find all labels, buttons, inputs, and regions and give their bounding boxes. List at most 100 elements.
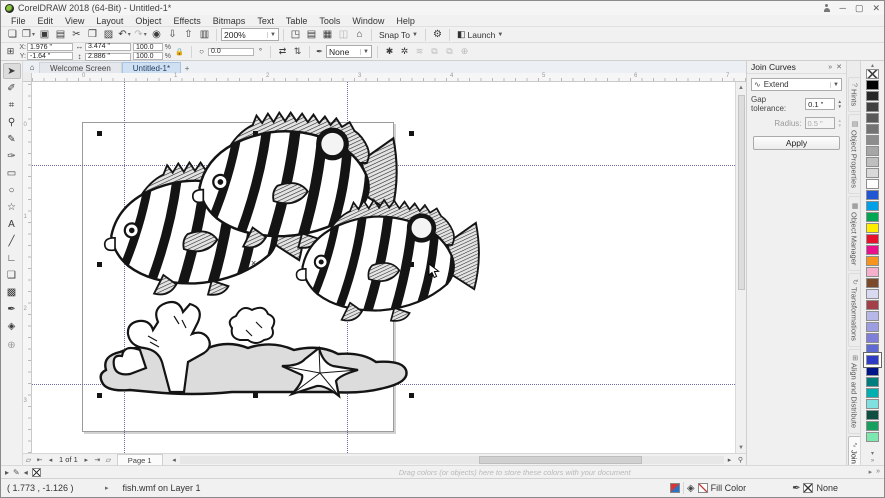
scroll-up-icon[interactable]: ▲	[736, 82, 746, 93]
palette-scroll-up-icon[interactable]: ▴	[871, 61, 874, 69]
crop-tool[interactable]: ⌗	[3, 97, 21, 113]
redo-button[interactable]: ↷	[133, 28, 148, 42]
docker-tab[interactable]: ? Hints	[848, 77, 860, 112]
object-width-input[interactable]: 3.474 "	[85, 43, 131, 51]
add-page-button[interactable]: ▱	[103, 456, 114, 464]
snap-to-button[interactable]: Snap To ▼	[376, 30, 421, 40]
color-swatch[interactable]	[866, 410, 879, 420]
menu-item[interactable]: View	[59, 16, 90, 26]
print-button[interactable]: ▤	[53, 28, 68, 42]
fill-bucket-icon[interactable]: ◈	[687, 483, 695, 494]
undo-button[interactable]: ↶	[117, 28, 132, 42]
selection-handle-top-left[interactable]	[97, 131, 102, 136]
zoom-level-combo[interactable]: 200% ▼	[221, 28, 279, 41]
copy-button[interactable]: ❒	[85, 28, 100, 42]
color-swatch[interactable]	[866, 223, 879, 233]
group-button[interactable]: ⧉	[428, 45, 441, 58]
color-swatch[interactable]	[866, 366, 879, 376]
docker-tab[interactable]: ▦ Object Manager	[848, 196, 860, 271]
color-swatch[interactable]	[866, 344, 879, 354]
color-swatch[interactable]	[866, 157, 879, 167]
docker-tab[interactable]: ↻ Transformations	[848, 273, 860, 347]
search-content-button[interactable]: ◉	[149, 28, 164, 42]
view-guidelines-button[interactable]: ◫	[336, 28, 351, 42]
apply-button[interactable]: Apply	[753, 136, 840, 150]
selection-handle-bottom-right[interactable]	[409, 393, 414, 398]
menu-item[interactable]: Layout	[90, 16, 129, 26]
publish-pdf-button[interactable]: ▥	[197, 28, 212, 42]
tab-welcome-screen[interactable]: Welcome Screen	[39, 62, 122, 73]
zoom-tool[interactable]: ⚲	[3, 114, 21, 130]
color-swatch[interactable]	[866, 311, 879, 321]
color-swatch[interactable]	[866, 278, 879, 288]
color-swatch[interactable]	[866, 289, 879, 299]
color-swatch[interactable]	[866, 322, 879, 332]
color-swatch[interactable]	[866, 432, 879, 442]
menu-item[interactable]: Table	[280, 16, 314, 26]
shape-tool[interactable]: ✐	[3, 80, 21, 96]
open-button[interactable]: ❐	[21, 28, 36, 42]
palette-scroll-right-icon[interactable]: ▸	[869, 468, 873, 476]
lock-ratio-button[interactable]: 🔒	[173, 45, 186, 58]
menu-item[interactable]: Help	[390, 16, 421, 26]
first-page-button[interactable]: ⇤	[34, 456, 45, 464]
docker-tab[interactable]: ▤ Object Properties	[848, 114, 860, 194]
application-launcher-button[interactable]: ◧ Launch ▼	[454, 29, 506, 40]
scroll-left-icon[interactable]: ◂	[169, 456, 180, 464]
palette-flyout-icon[interactable]: ▸	[5, 468, 9, 477]
to-back-button[interactable]: ✲	[398, 45, 411, 58]
status-flyout-icon[interactable]: ▸	[105, 484, 109, 492]
rotation-angle-input[interactable]: 0.0	[208, 48, 254, 56]
paste-button[interactable]: ▨	[101, 28, 116, 42]
next-page-button[interactable]: ▸	[81, 456, 92, 464]
y-position-input[interactable]: -1.64 "	[27, 52, 73, 60]
docker-collapse-icon[interactable]: »	[828, 64, 832, 71]
last-page-button[interactable]: ⇥	[92, 456, 103, 464]
page-1-tab[interactable]: Page 1	[117, 454, 163, 465]
previous-page-button[interactable]: ◂	[45, 456, 56, 464]
no-color-swatch[interactable]	[32, 468, 41, 477]
text-tool[interactable]: A	[3, 216, 21, 232]
color-swatch[interactable]	[866, 245, 879, 255]
scroll-right-icon[interactable]: ▸	[724, 456, 735, 464]
docker-close-icon[interactable]: ✕	[836, 63, 842, 71]
color-swatch[interactable]	[866, 377, 879, 387]
color-swatch[interactable]	[866, 212, 879, 222]
color-swatch[interactable]	[866, 124, 879, 134]
object-height-input[interactable]: 2.886 "	[85, 53, 131, 61]
selection-handle-middle-right[interactable]	[409, 262, 414, 267]
palette-expand-icon[interactable]: »	[871, 457, 874, 465]
color-swatch[interactable]	[866, 421, 879, 431]
color-swatch[interactable]	[866, 190, 879, 200]
x-position-input[interactable]: 1.976 "	[27, 43, 73, 51]
selection-center-marker[interactable]: ×	[251, 258, 256, 268]
vertical-scroll-thumb[interactable]	[738, 95, 745, 290]
mirror-horizontal-button[interactable]: ⇄	[276, 45, 289, 58]
color-swatch[interactable]	[866, 333, 879, 343]
outline-pen-icon[interactable]: ✒	[792, 483, 800, 494]
quick-customize-button[interactable]: ⊕	[458, 45, 471, 58]
color-swatch[interactable]	[866, 388, 879, 398]
color-swatch[interactable]	[866, 91, 879, 101]
color-swatch[interactable]	[866, 256, 879, 266]
color-swatch[interactable]	[866, 80, 879, 90]
mirror-vertical-button[interactable]: ⇅	[291, 45, 304, 58]
menu-item[interactable]: Tools	[313, 16, 346, 26]
cut-button[interactable]: ✂	[69, 28, 84, 42]
add-tool-button[interactable]: ⊕	[7, 340, 15, 351]
selection-handle-middle-left[interactable]	[97, 262, 102, 267]
color-swatch[interactable]	[866, 168, 879, 178]
color-swatch[interactable]	[866, 179, 879, 189]
ungroup-button[interactable]: ⧉	[443, 45, 456, 58]
color-swatch[interactable]	[866, 234, 879, 244]
artistic-media-tool[interactable]: ✑	[3, 148, 21, 164]
to-front-button[interactable]: ✱	[383, 45, 396, 58]
color-swatch[interactable]	[866, 69, 879, 79]
connector-tool[interactable]: ∟	[3, 250, 21, 266]
fill-none-swatch[interactable]	[698, 483, 708, 493]
eyedropper-icon[interactable]: ✎	[13, 468, 20, 477]
new-document-tab-button[interactable]: +	[181, 64, 193, 73]
outline-width-combo[interactable]: None ▼	[326, 45, 372, 58]
export-button[interactable]: ⇧	[181, 28, 196, 42]
close-button[interactable]: ✕	[872, 4, 880, 13]
